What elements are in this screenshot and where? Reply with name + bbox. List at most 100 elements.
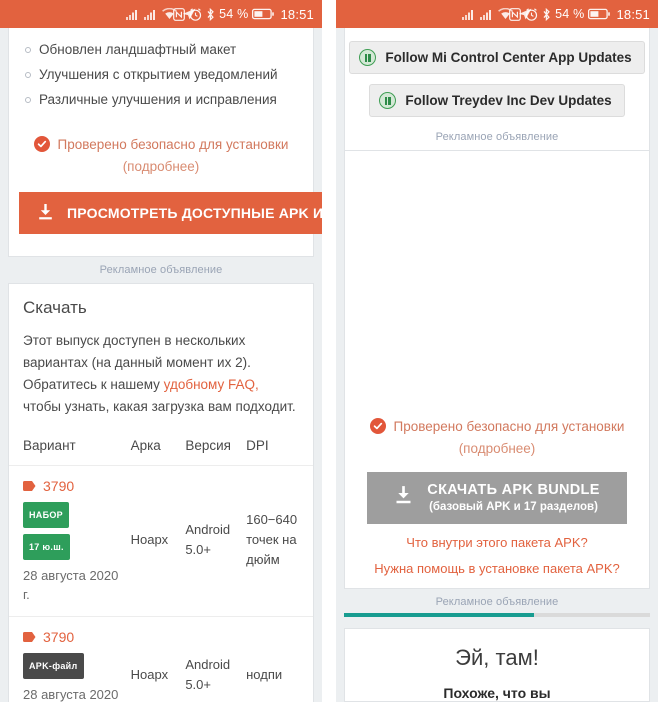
pause-circle-icon — [379, 92, 397, 109]
tag-icon — [23, 476, 36, 496]
ad-label: Рекламное объявление — [99, 264, 223, 276]
download-button-labels: СКАЧАТЬ APK BUNDLE (базовый APK и 17 раз… — [427, 482, 599, 513]
changelog-list: Обновлен ландшафтный макет Улучшения с о… — [9, 28, 313, 114]
download-section-title: Скачать — [23, 298, 87, 317]
alarm-icon — [525, 7, 538, 21]
download-icon — [394, 485, 413, 510]
progress-gap — [336, 617, 658, 628]
follow-buttons-group: Follow Mi Control Center App Updates Fol… — [345, 28, 649, 124]
arch-cell: Hoapx — [130, 616, 186, 702]
right-phone-screen: 54 % 18:51 Follow Mi Control Center App … — [336, 0, 658, 702]
teaser-subtext: Похоже, что вы — [443, 685, 551, 701]
follow-dev-updates-label: Follow Treydev Inc Dev Updates — [405, 93, 612, 108]
variants-table: Вариант Арка Версия DPI 3790 НАБОР 17 ю.… — [9, 432, 313, 702]
list-item-label: Улучшения с открытием уведомлений — [39, 67, 278, 82]
dpi-cell: 160−640 точек на дюйм — [246, 465, 313, 617]
nfc-icon — [509, 7, 522, 21]
bottom-teaser-card[interactable]: Эй, там! Похоже, что вы — [344, 628, 650, 702]
variant-cell: 3790 НАБОР 17 ю.ш. 28 августа 2020 г. — [9, 465, 131, 617]
description-part-2: чтобы узнать, какая загрузка вам подходи… — [23, 399, 296, 414]
variant-badges: APK-файл — [23, 647, 127, 679]
verified-safe-banner: Проверено безопасно для установки — [9, 114, 313, 152]
variant-date: 28 августа 2020 г. — [23, 687, 119, 702]
column-header-dpi: DPI — [246, 432, 313, 466]
column-header-arch: Арка — [130, 432, 186, 466]
table-row[interactable]: 3790 НАБОР 17 ю.ш. 28 августа 2020 г. Ho… — [9, 465, 313, 617]
bluetooth-icon — [206, 7, 215, 21]
column-header-version: Версия — [185, 432, 247, 466]
view-available-apks-button[interactable]: ПРОСМОТРЕТЬ ДОСТУПНЫЕ APK И — [19, 192, 322, 234]
badge-splits: 17 ю.ш. — [23, 534, 70, 560]
list-item: Обновлен ландшафтный макет — [23, 37, 299, 62]
primary-button-wrap: ПРОСМОТРЕТЬ ДОСТУПНЫЕ APK И — [9, 174, 322, 256]
download-section-description: Этот выпуск доступен в нескольких вариан… — [9, 318, 313, 432]
status-bar-right-icons: 54 % 18:51 — [173, 0, 314, 28]
check-circle-icon — [369, 418, 386, 434]
faq-link[interactable]: удобному FAQ, — [164, 377, 259, 392]
clock-label: 18:51 — [616, 6, 650, 22]
badge-apk-file: APK-файл — [23, 653, 84, 679]
signal-icon — [480, 9, 493, 20]
verified-safe-label: Проверено безопасно для установки — [393, 418, 625, 434]
variant-number-label: 3790 — [43, 478, 75, 494]
follow-app-updates-label: Follow Mi Control Center App Updates — [385, 50, 632, 65]
ad-label: Рекламное объявление — [435, 131, 559, 143]
signal-icon — [126, 9, 139, 20]
nfc-icon — [173, 7, 186, 21]
view-available-apks-label: ПРОСМОТРЕТЬ ДОСТУПНЫЕ APK И — [67, 205, 322, 221]
right-page-content: Follow Mi Control Center App Updates Fol… — [336, 28, 658, 702]
variant-date: 28 августа 2020 г. — [23, 568, 119, 602]
list-item-label: Различные улучшения и исправления — [39, 92, 277, 107]
links-bottom-spacer — [345, 576, 649, 588]
whats-inside-link[interactable]: Что внутри этого пакета APK? — [345, 524, 649, 550]
battery-percent-label: 54 % — [219, 7, 249, 21]
install-help-link[interactable]: Нужна помощь в установке пакета APK? — [345, 550, 649, 576]
variant-number-label: 3790 — [43, 629, 75, 645]
battery-icon — [252, 8, 275, 20]
bluetooth-icon — [542, 7, 551, 21]
list-item: Различные улучшения и исправления — [23, 87, 299, 112]
follow-dev-updates-button[interactable]: Follow Treydev Inc Dev Updates — [369, 84, 625, 117]
pause-circle-icon — [359, 49, 377, 66]
check-circle-icon — [33, 136, 50, 152]
version-cell: Android 5.0+ — [185, 465, 247, 617]
signal-icon — [144, 9, 157, 20]
variant-badges: НАБОР 17 ю.ш. — [23, 496, 127, 560]
battery-percent-label: 54 % — [555, 7, 585, 21]
alarm-icon — [189, 7, 202, 21]
dual-screenshot-container: 54 % 18:51 Обновлен ландшафтный макет Ул… — [0, 0, 658, 702]
list-item-label — [39, 33, 43, 37]
version-cell: Android 5.0+ — [185, 616, 247, 702]
status-bar-right: 54 % 18:51 — [336, 0, 658, 28]
verified-more-link[interactable]: (подробнее) — [345, 434, 649, 456]
badge-bundle: НАБОР — [23, 502, 69, 528]
follow-buttons-card: Follow Mi Control Center App Updates Fol… — [344, 28, 650, 151]
download-button-subtitle: (базовый APK и 17 разделов) — [429, 501, 598, 513]
list-item — [23, 32, 299, 37]
follow-app-updates-button[interactable]: Follow Mi Control Center App Updates — [349, 41, 645, 74]
follow-row: Follow Mi Control Center App Updates — [345, 38, 649, 81]
variant-number[interactable]: 3790 — [23, 627, 127, 647]
download-action-card: Проверено безопасно для установки (подро… — [344, 396, 650, 589]
variant-cell: 3790 APK-файл 28 августа 2020 г. — [9, 616, 131, 702]
bullet-dot-icon — [25, 47, 31, 53]
clock-label: 18:51 — [280, 6, 314, 22]
download-button-title: СКАЧАТЬ APK BUNDLE — [427, 482, 600, 498]
bullet-dot-icon — [25, 97, 31, 103]
ad-blank-area — [344, 151, 650, 396]
signal-icon — [462, 9, 475, 20]
table-row[interactable]: 3790 APK-файл 28 августа 2020 г. Hoapx A… — [9, 616, 313, 702]
download-icon — [37, 203, 54, 224]
verified-more-link[interactable]: (подробнее) — [9, 152, 313, 174]
verified-safe-label: Проверено безопасно для установки — [57, 136, 289, 152]
tag-icon — [23, 627, 36, 647]
list-item: Улучшения с открытием уведомлений — [23, 62, 299, 87]
bullet-dot-icon — [25, 72, 31, 78]
battery-icon — [588, 8, 611, 20]
status-bar-right-icons: 54 % 18:51 — [509, 0, 650, 28]
ad-label: Рекламное объявление — [435, 596, 559, 608]
verified-safe-banner: Проверено безопасно для установки — [345, 396, 649, 434]
download-apk-bundle-button[interactable]: СКАЧАТЬ APK BUNDLE (базовый APK и 17 раз… — [367, 472, 627, 524]
variant-number[interactable]: 3790 — [23, 476, 127, 496]
left-phone-screen: 54 % 18:51 Обновлен ландшафтный макет Ул… — [0, 0, 322, 702]
